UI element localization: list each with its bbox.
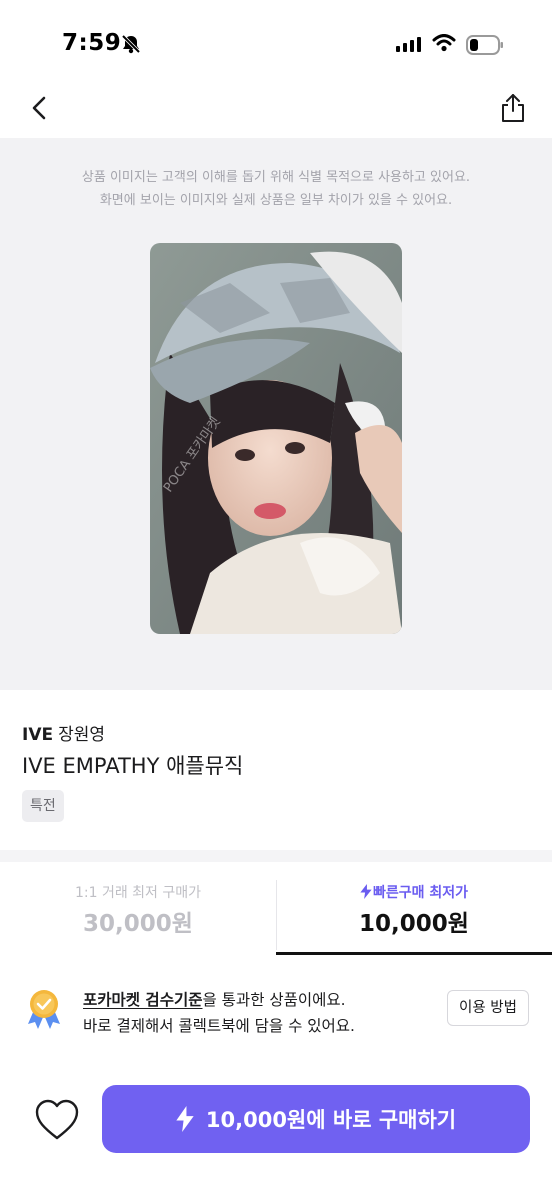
heart-icon bbox=[35, 1099, 79, 1140]
share-button[interactable] bbox=[497, 92, 529, 124]
quick-buy-label: 10,000원에 바로 구매하기 bbox=[205, 1108, 457, 1132]
active-tab-indicator bbox=[276, 952, 552, 955]
artist-name: IVE 장원영 bbox=[22, 720, 105, 745]
price-tabs: 1:1 거래 최저 구매가 30,000원 빠른구매 최저가 10,000원 bbox=[0, 862, 552, 956]
tab-label-text: 빠른구매 최저가 bbox=[372, 885, 469, 901]
how-to-use-button[interactable]: 이용 방법 bbox=[447, 990, 529, 1026]
disclaimer-line-1: 상품 이미지는 고객의 이해를 돕기 위해 식별 목적으로 사용하고 있어요. bbox=[81, 170, 471, 185]
notice-line-1: 포카마켓 검수기준을 통과한 상품이에요. bbox=[83, 988, 346, 1010]
tab-price: 30,000원 bbox=[83, 911, 193, 937]
photocard-image[interactable]: POCA 포카마켓 bbox=[150, 243, 402, 634]
status-bar: 7:59 bbox=[0, 0, 552, 80]
notice-line-1-rest: 을 통과한 상품이에요. bbox=[202, 991, 346, 1009]
battery-icon bbox=[466, 35, 503, 55]
tab-quick-buy-price[interactable]: 빠른구매 최저가 10,000원 bbox=[276, 862, 552, 956]
back-button[interactable] bbox=[26, 92, 56, 124]
product-image-section: 상품 이미지는 고객의 이해를 돕기 위해 식별 목적으로 사용하고 있어요. … bbox=[0, 138, 552, 690]
tab-one-on-one-price[interactable]: 1:1 거래 최저 구매가 30,000원 bbox=[0, 862, 276, 956]
inspection-notice: 포카마켓 검수기준을 통과한 상품이에요. 바로 결제해서 콜렉트북에 담을 수… bbox=[0, 956, 552, 1062]
product-title: IVE EMPATHY 애플뮤직 bbox=[22, 754, 244, 778]
status-time: 7:59 bbox=[62, 30, 122, 56]
tab-price: 10,000원 bbox=[359, 911, 469, 937]
signal-icon bbox=[396, 36, 421, 52]
disclaimer-line-2: 화면에 보이는 이미지와 실제 상품은 일부 차이가 있을 수 있어요. bbox=[99, 193, 453, 208]
image-disclaimer: 상품 이미지는 고객의 이해를 돕기 위해 식별 목적으로 사용하고 있어요. … bbox=[0, 166, 552, 212]
lightning-icon bbox=[360, 884, 372, 899]
quick-buy-button[interactable]: 10,000원에 바로 구매하기 bbox=[102, 1085, 530, 1153]
product-info: IVE 장원영 IVE EMPATHY 애플뮤직 특전 bbox=[0, 690, 552, 850]
member-name: 장원영 bbox=[58, 725, 106, 745]
wifi-icon bbox=[432, 34, 456, 52]
tab-label: 1:1 거래 최저 구매가 bbox=[74, 885, 202, 901]
bell-slash-icon bbox=[121, 34, 141, 54]
tab-label: 빠른구매 최저가 bbox=[276, 882, 552, 902]
wishlist-button[interactable] bbox=[34, 1098, 80, 1142]
photocard-illustration: POCA 포카마켓 bbox=[150, 243, 402, 634]
section-divider bbox=[0, 850, 552, 862]
inspection-criteria-link[interactable]: 포카마켓 검수기준 bbox=[83, 991, 202, 1009]
lightning-icon bbox=[176, 1106, 194, 1132]
bottom-action-bar: 10,000원에 바로 구매하기 bbox=[0, 1062, 552, 1200]
notice-line-2: 바로 결제해서 콜렉트북에 담을 수 있어요. bbox=[83, 1017, 355, 1035]
nav-bar bbox=[0, 80, 552, 138]
group-name: IVE bbox=[22, 725, 54, 745]
chevron-left-icon bbox=[32, 96, 46, 120]
share-icon bbox=[502, 94, 524, 122]
medal-icon bbox=[28, 990, 60, 1029]
product-tag: 특전 bbox=[22, 790, 64, 822]
